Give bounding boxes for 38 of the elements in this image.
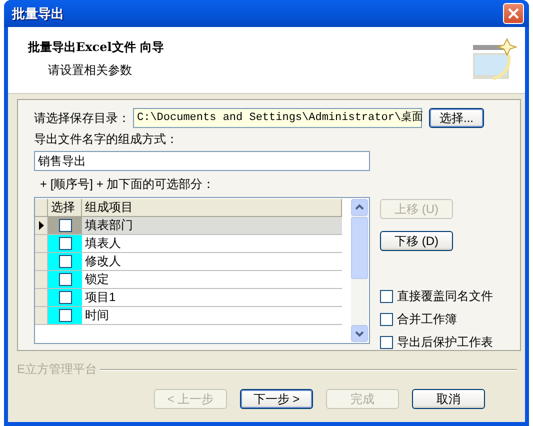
checkbox[interactable] xyxy=(58,255,72,268)
wizard-button[interactable]: 下一步 > xyxy=(240,389,313,409)
table-cell[interactable]: 锁定 xyxy=(82,271,342,288)
wizard-subtitle: 请设置相关参数 xyxy=(48,62,133,79)
checkbox[interactable] xyxy=(380,313,393,326)
column-header: 组成项目 xyxy=(82,199,342,216)
parts-label: + [顺序号] + 加下面的可选部分： xyxy=(40,176,216,193)
checkbox[interactable] xyxy=(58,219,72,232)
brand-label: E立方管理平台 xyxy=(17,361,98,378)
directory-label: 请选择保存目录： xyxy=(34,110,130,126)
table-cell[interactable]: 填表部门 xyxy=(82,217,342,234)
move-button[interactable]: 下移 (D) xyxy=(380,231,453,251)
window-title: 批量导出 xyxy=(12,4,64,22)
filename-field[interactable]: 销售导出 xyxy=(34,151,370,171)
wizard-title: 批量导出Excel文件 向导 xyxy=(28,39,164,56)
scrollbar-thumb[interactable] xyxy=(351,217,368,279)
checkbox-label: 直接覆盖同名文件 xyxy=(397,288,493,305)
checkbox[interactable] xyxy=(380,336,393,349)
checkbox[interactable] xyxy=(58,291,72,304)
checkbox[interactable] xyxy=(58,273,72,286)
table-cell[interactable]: 项目1 xyxy=(82,289,342,306)
directory-field[interactable]: C:\Documents and Settings\Administrator\桌面 xyxy=(133,108,422,128)
browse-button[interactable]: 选择... xyxy=(429,108,484,128)
close-icon[interactable] xyxy=(503,3,524,24)
column-header: 选择 xyxy=(48,199,82,216)
table-cell[interactable]: 修改人 xyxy=(82,253,342,270)
checkbox-label: 导出后保护工作表 xyxy=(397,334,493,351)
row-header[interactable] xyxy=(35,217,48,234)
checkbox[interactable] xyxy=(58,237,72,250)
wizard-button[interactable]: 取消 xyxy=(412,389,485,409)
table-cell[interactable]: 填表人 xyxy=(82,235,342,252)
checkbox[interactable] xyxy=(380,290,393,303)
scroll-up-icon[interactable] xyxy=(351,199,368,216)
table-cell[interactable]: 时间 xyxy=(82,307,342,324)
checkbox-label: 合并工作簿 xyxy=(397,311,457,328)
scroll-down-icon[interactable] xyxy=(351,325,368,342)
checkbox[interactable] xyxy=(58,309,72,322)
filename-label: 导出文件名字的组成方式： xyxy=(34,131,179,148)
